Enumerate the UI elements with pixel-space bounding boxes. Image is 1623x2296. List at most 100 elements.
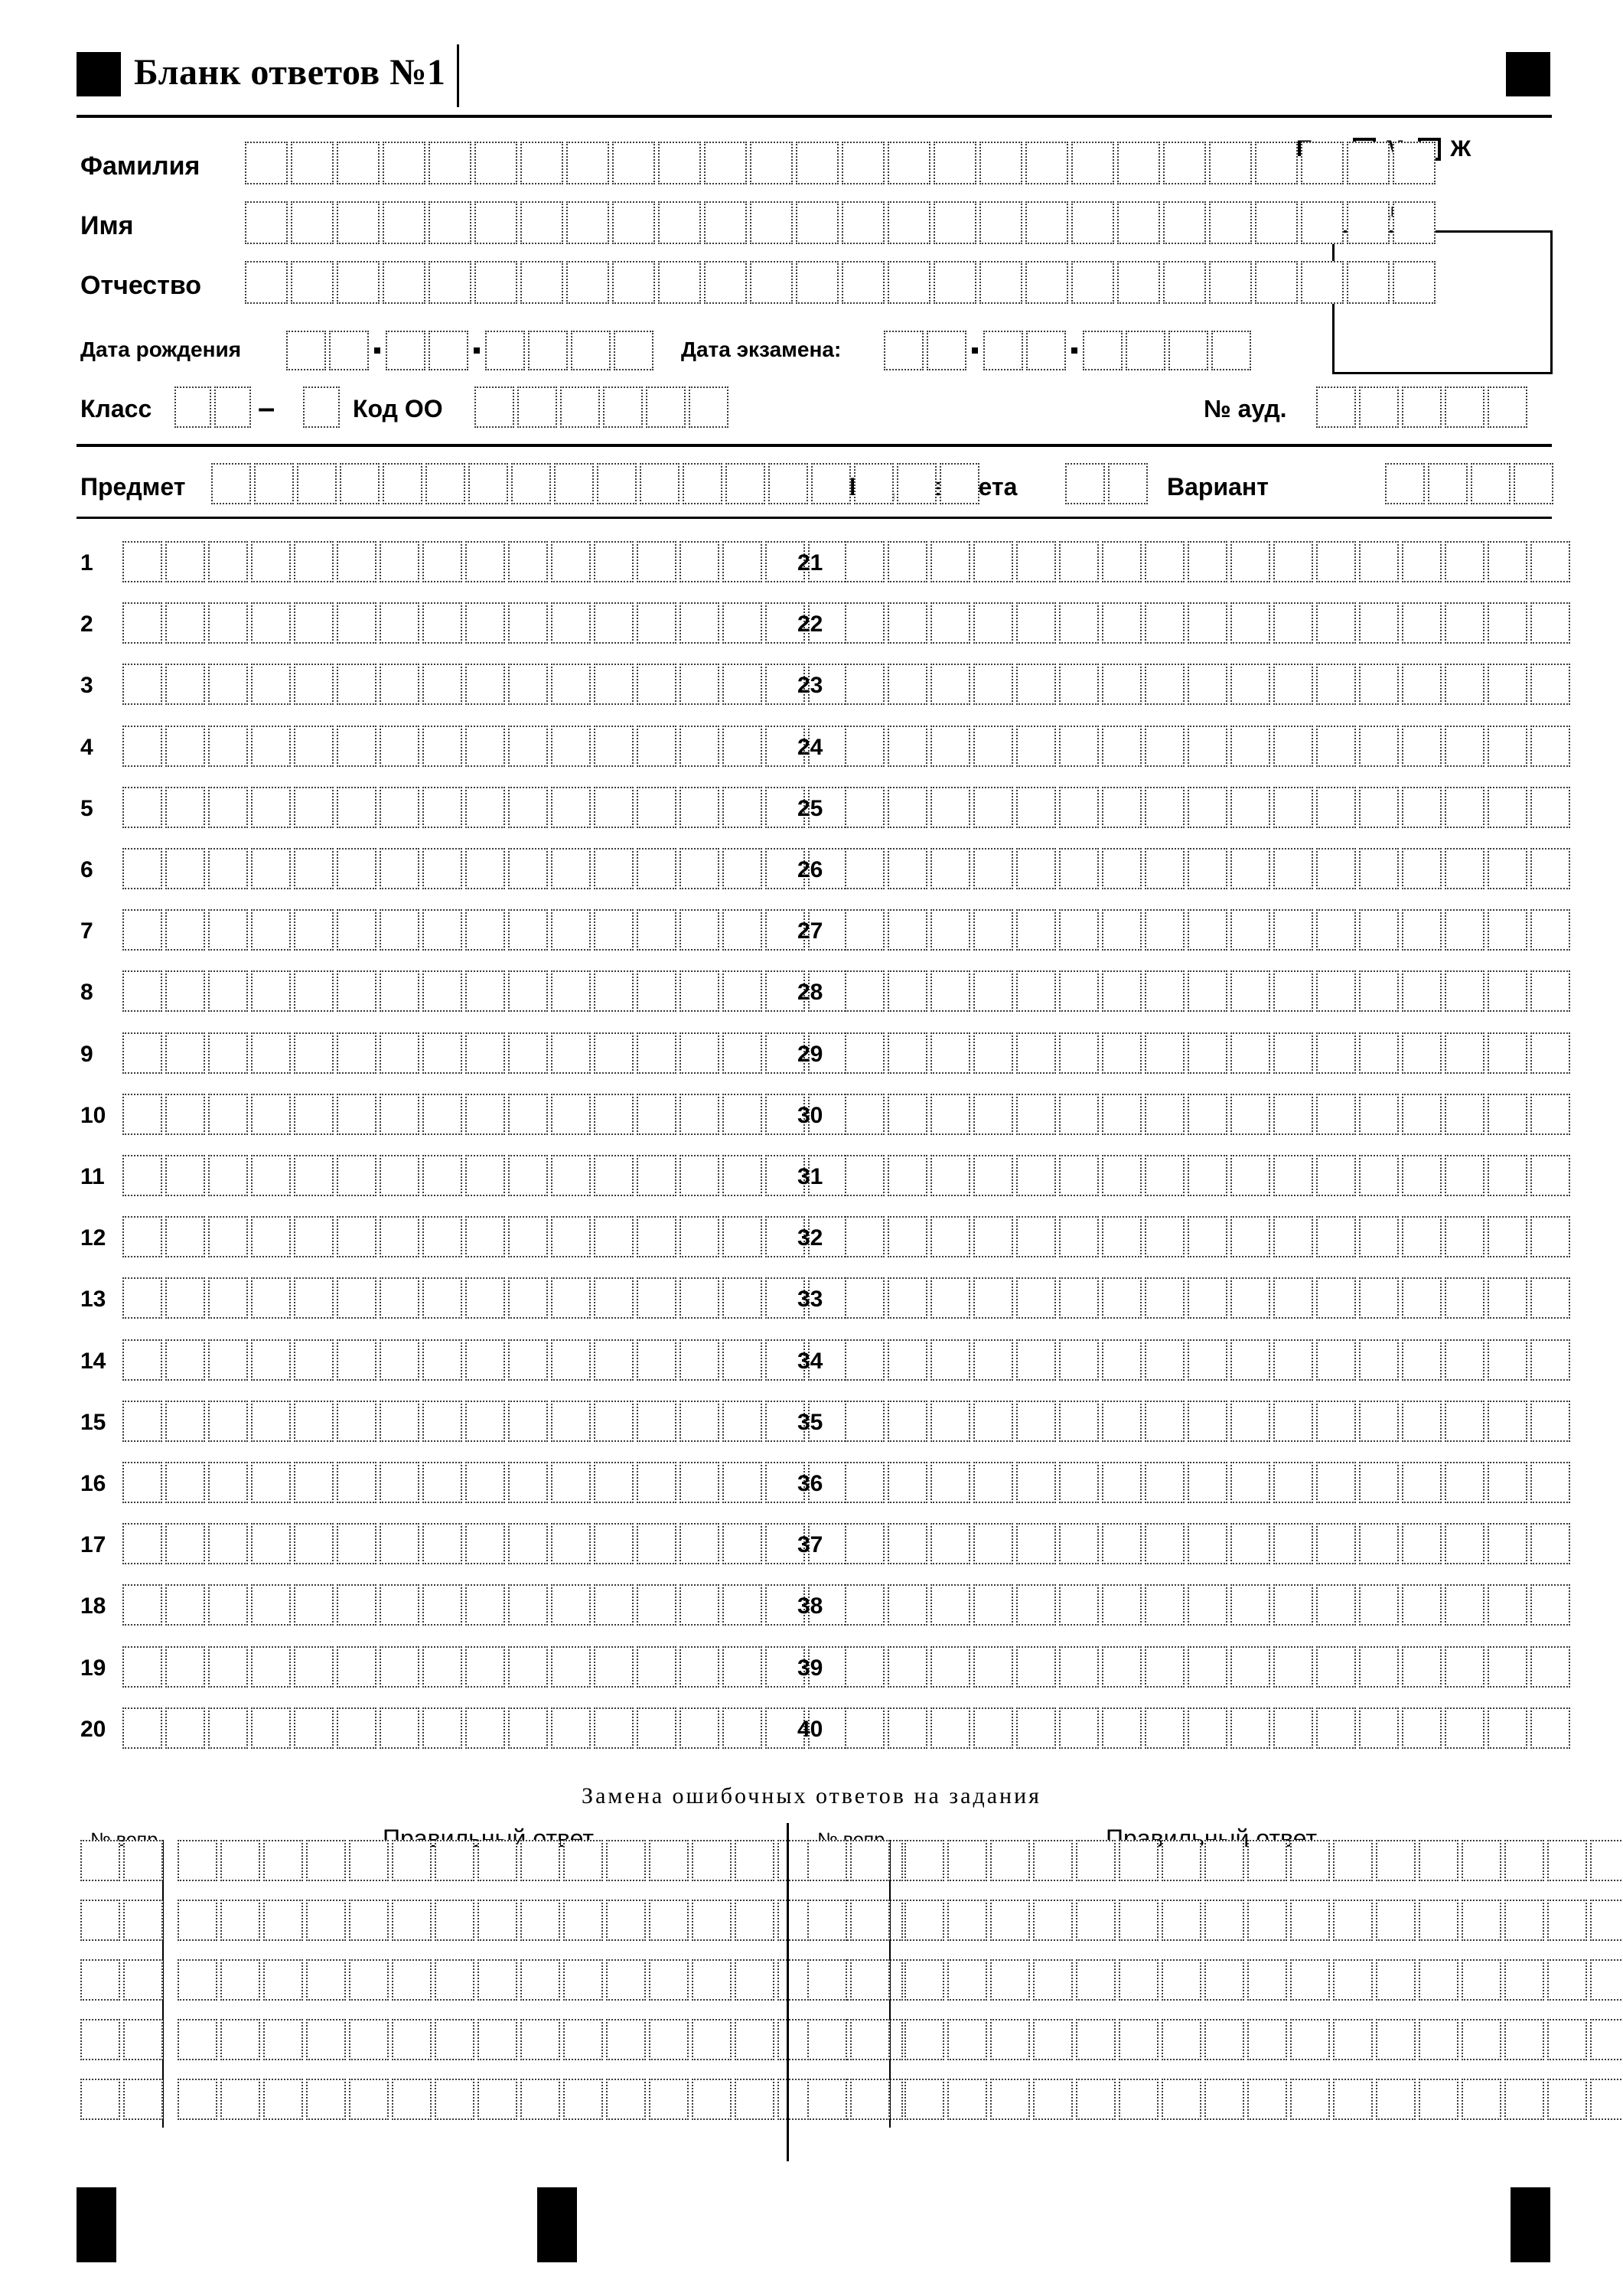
cell[interactable] [122,541,162,582]
cell[interactable] [1059,970,1099,1012]
cell[interactable] [973,1646,1013,1688]
cell[interactable] [614,331,653,370]
cell[interactable] [973,1032,1013,1074]
cell[interactable] [251,1462,291,1503]
cell[interactable] [1316,726,1356,767]
cell[interactable] [294,970,334,1012]
cell[interactable] [888,541,927,582]
cell[interactable] [722,848,762,889]
cell[interactable] [291,261,334,304]
cell[interactable] [1359,787,1399,828]
cell[interactable] [888,726,927,767]
cell[interactable] [594,1094,634,1135]
answer-input-13[interactable] [122,1277,848,1319]
cell[interactable] [1016,1032,1056,1074]
cell[interactable] [1230,1584,1270,1626]
cell[interactable] [704,142,747,184]
cell[interactable] [294,1523,334,1564]
cell[interactable] [1316,1646,1356,1688]
cell[interactable] [888,1094,927,1135]
cell[interactable] [811,463,851,504]
cell[interactable] [165,1339,205,1381]
cell[interactable] [1530,1584,1570,1626]
cell[interactable] [973,1155,1013,1196]
cell[interactable] [904,1959,944,2001]
cell[interactable] [551,1216,591,1257]
cell[interactable] [165,848,205,889]
cell[interactable] [1547,2079,1587,2120]
cell[interactable] [1145,970,1185,1012]
cell[interactable] [1547,1900,1587,1941]
cell[interactable] [1230,1032,1270,1074]
cell[interactable] [1273,848,1313,889]
cell[interactable] [1316,1401,1356,1442]
cell[interactable] [80,2019,120,2060]
answer-input-21[interactable] [845,541,1570,582]
cell[interactable] [337,1646,376,1688]
cell[interactable] [1188,787,1227,828]
cell[interactable] [888,1155,927,1196]
cell[interactable] [1016,541,1056,582]
cell[interactable] [1059,1094,1099,1135]
cell[interactable] [465,602,505,644]
cell[interactable] [422,909,462,951]
cell[interactable] [386,331,425,370]
cell[interactable] [1488,909,1527,951]
cell[interactable] [680,1339,719,1381]
cell[interactable] [294,1277,334,1319]
cell[interactable] [722,726,762,767]
cell[interactable] [1359,602,1399,644]
cell[interactable] [637,1277,676,1319]
cell[interactable] [1316,1462,1356,1503]
cell[interactable] [435,2019,474,2060]
cell[interactable] [606,1840,646,1881]
cell[interactable] [165,1401,205,1442]
cell[interactable] [722,1401,762,1442]
cell[interactable] [165,1523,205,1564]
answer-input-4[interactable] [122,726,848,767]
cell[interactable] [122,1707,162,1749]
cell[interactable] [337,787,376,828]
answer-input-1[interactable] [122,541,848,582]
cell[interactable] [508,664,548,705]
cell[interactable] [930,726,970,767]
cell[interactable] [380,541,419,582]
cell[interactable] [551,1707,591,1749]
cell[interactable] [1016,664,1056,705]
cell[interactable] [1145,787,1185,828]
cell[interactable] [380,1339,419,1381]
cell[interactable] [1419,1900,1458,1941]
cell[interactable] [208,602,248,644]
cell[interactable] [435,1959,474,2001]
cell[interactable] [220,1840,260,1881]
cell[interactable] [1025,201,1068,244]
cell[interactable] [208,1277,248,1319]
cell[interactable] [251,541,291,582]
cell[interactable] [551,1277,591,1319]
answer-input-33[interactable] [845,1277,1570,1319]
cell[interactable] [165,664,205,705]
cell[interactable] [1359,848,1399,889]
cell[interactable] [465,1094,505,1135]
cell[interactable] [637,1462,676,1503]
cell[interactable] [842,142,885,184]
cell[interactable] [251,1584,291,1626]
cell[interactable] [1316,602,1356,644]
cell[interactable] [1333,1959,1373,2001]
cell[interactable] [123,1840,163,1881]
cell[interactable] [1188,1584,1227,1626]
cell[interactable] [208,664,248,705]
cell[interactable] [637,664,676,705]
replacement-question-no-input-left-2[interactable] [80,1900,163,1941]
cell[interactable] [294,1646,334,1688]
cell[interactable] [511,463,551,504]
cell[interactable] [1590,1840,1623,1881]
cell[interactable] [1059,541,1099,582]
cell[interactable] [465,541,505,582]
cell[interactable] [551,909,591,951]
cell[interactable] [1530,848,1570,889]
cell[interactable] [337,1339,376,1381]
cell[interactable] [563,1840,603,1881]
cell[interactable] [594,602,634,644]
cell[interactable] [220,2019,260,2060]
